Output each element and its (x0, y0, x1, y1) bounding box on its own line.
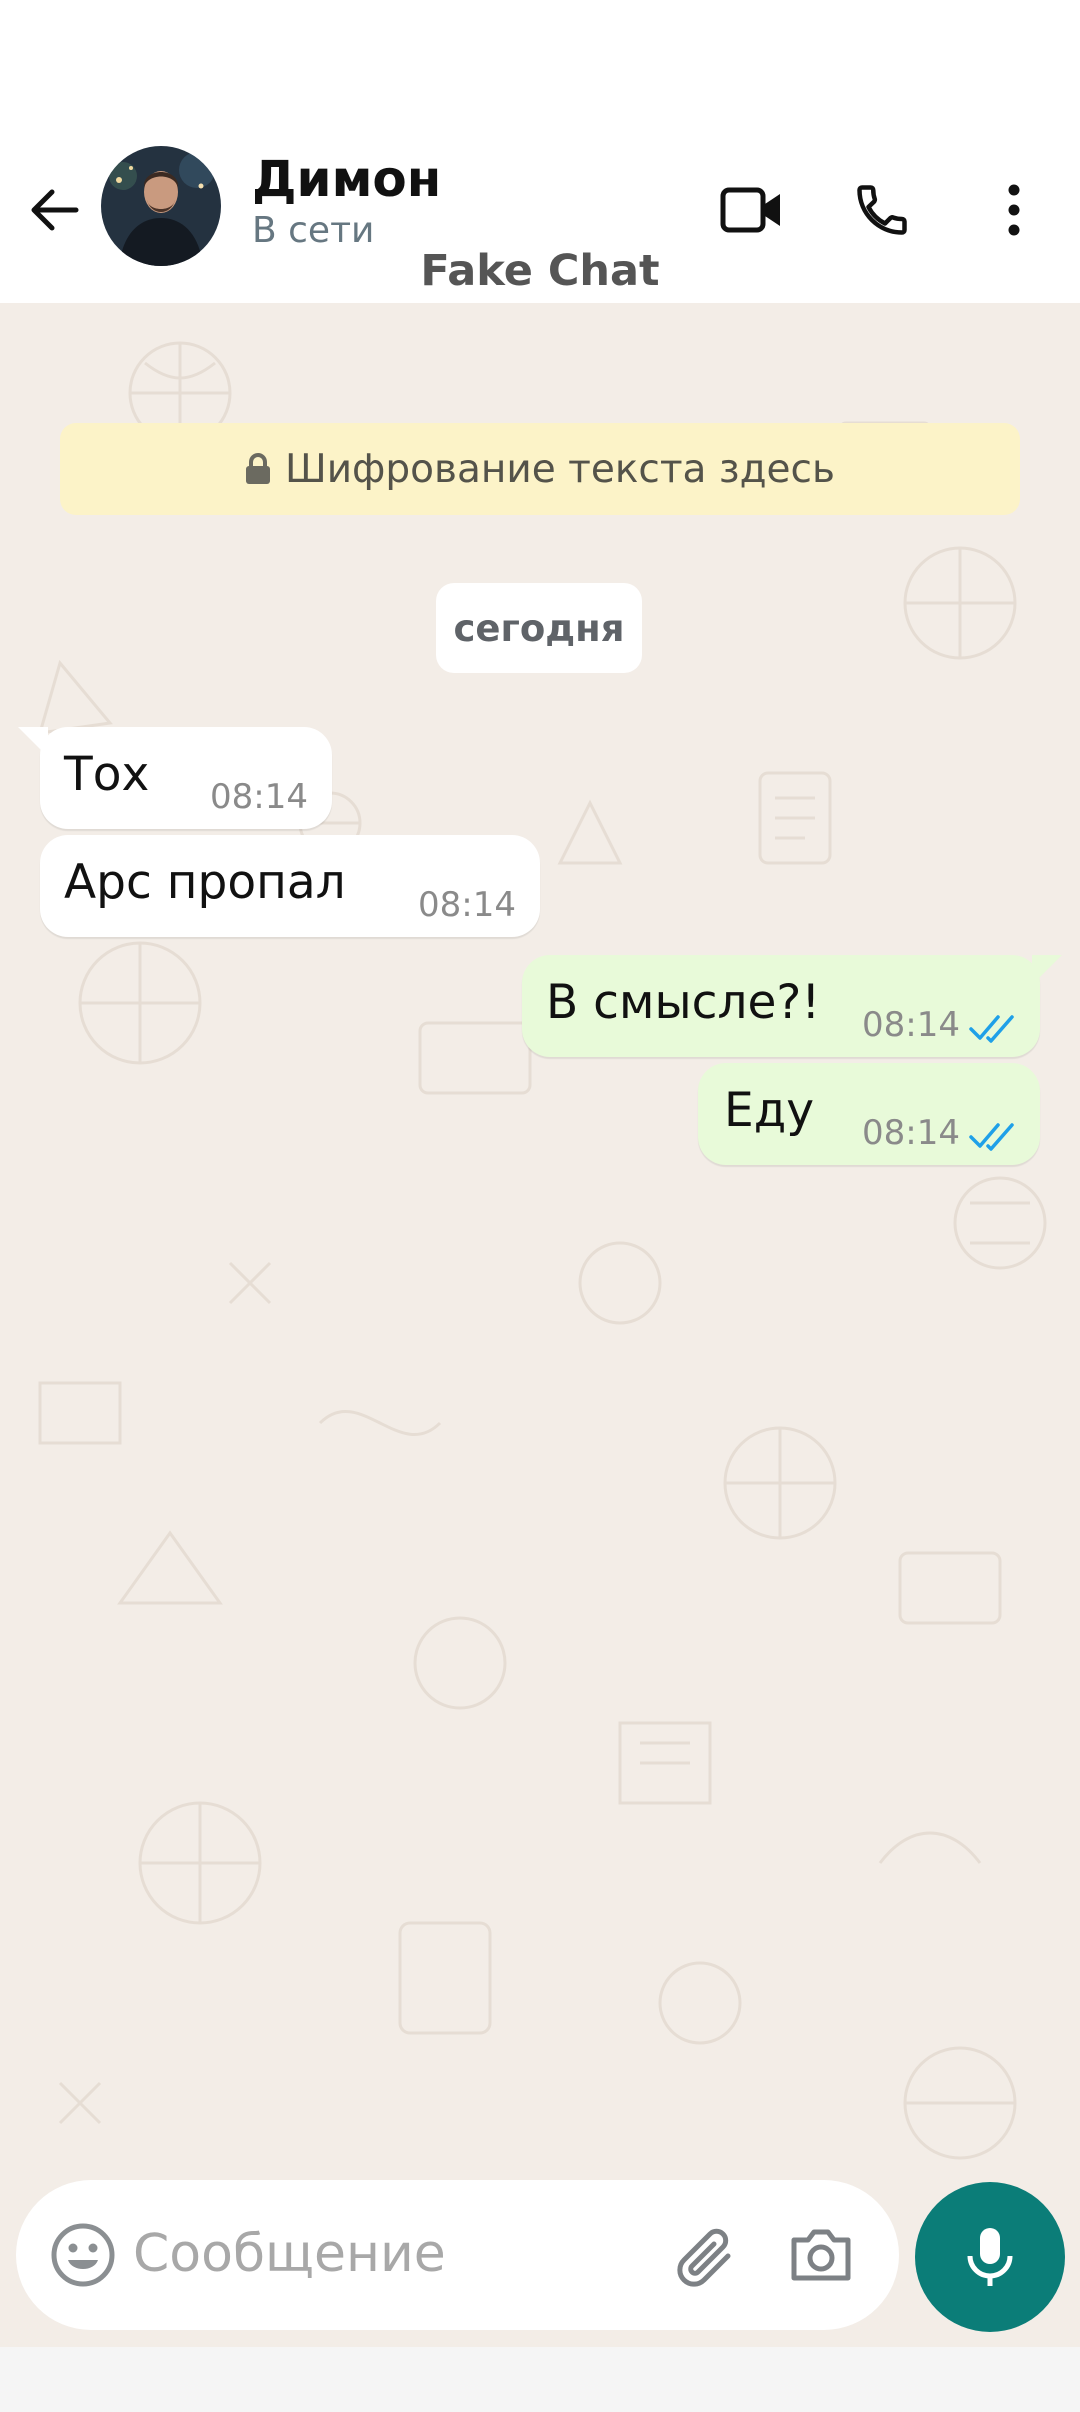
back-arrow-icon[interactable] (18, 174, 90, 246)
message-bubble-outgoing[interactable]: Еду 08:14 (698, 1063, 1040, 1165)
camera-icon[interactable] (786, 2220, 856, 2290)
more-options-icon[interactable] (990, 174, 1038, 246)
system-nav-bar (0, 2347, 1080, 2412)
brand-watermark: Fake Chat (420, 246, 660, 296)
message-text: Тох (64, 747, 150, 802)
message-time: 08:14 (418, 885, 516, 925)
message-time: 08:14 (862, 1113, 960, 1153)
message-bubble-incoming[interactable]: Арс пропал 08:14 (40, 835, 540, 937)
mic-icon (967, 2228, 1013, 2286)
contact-status: В сети (252, 210, 375, 251)
status-bar (0, 0, 1080, 140)
message-bubble-outgoing[interactable]: В смысле?! 08:14 (522, 955, 1040, 1057)
lock-icon (246, 453, 270, 484)
attach-icon[interactable] (670, 2220, 744, 2294)
message-time: 08:14 (862, 1005, 960, 1045)
message-time: 08:14 (210, 777, 308, 817)
chat-area[interactable]: Шифрование текста здесь сегодня Тох 08:1… (0, 303, 1080, 2347)
read-ticks-icon (969, 1015, 1014, 1043)
message-composer: Сообщение (16, 2180, 899, 2330)
encryption-notice[interactable]: Шифрование текста здесь (60, 423, 1020, 515)
video-call-icon[interactable] (712, 174, 792, 246)
message-input[interactable]: Сообщение (133, 2224, 446, 2284)
chat-header: Димон В сети Fake Chat (0, 140, 1080, 303)
phone-call-icon[interactable] (846, 174, 918, 246)
read-ticks-icon (969, 1123, 1014, 1151)
mic-button[interactable] (915, 2182, 1065, 2332)
encryption-notice-text: Шифрование текста здесь (285, 446, 835, 492)
message-bubble-incoming[interactable]: Тох 08:14 (40, 727, 332, 829)
message-text: Арс пропал (64, 855, 346, 910)
contact-name[interactable]: Димон (252, 150, 441, 208)
emoji-icon[interactable] (50, 2222, 116, 2288)
message-text: В смысле?! (546, 975, 821, 1030)
message-text: Еду (724, 1083, 815, 1138)
date-divider: сегодня (436, 583, 642, 673)
